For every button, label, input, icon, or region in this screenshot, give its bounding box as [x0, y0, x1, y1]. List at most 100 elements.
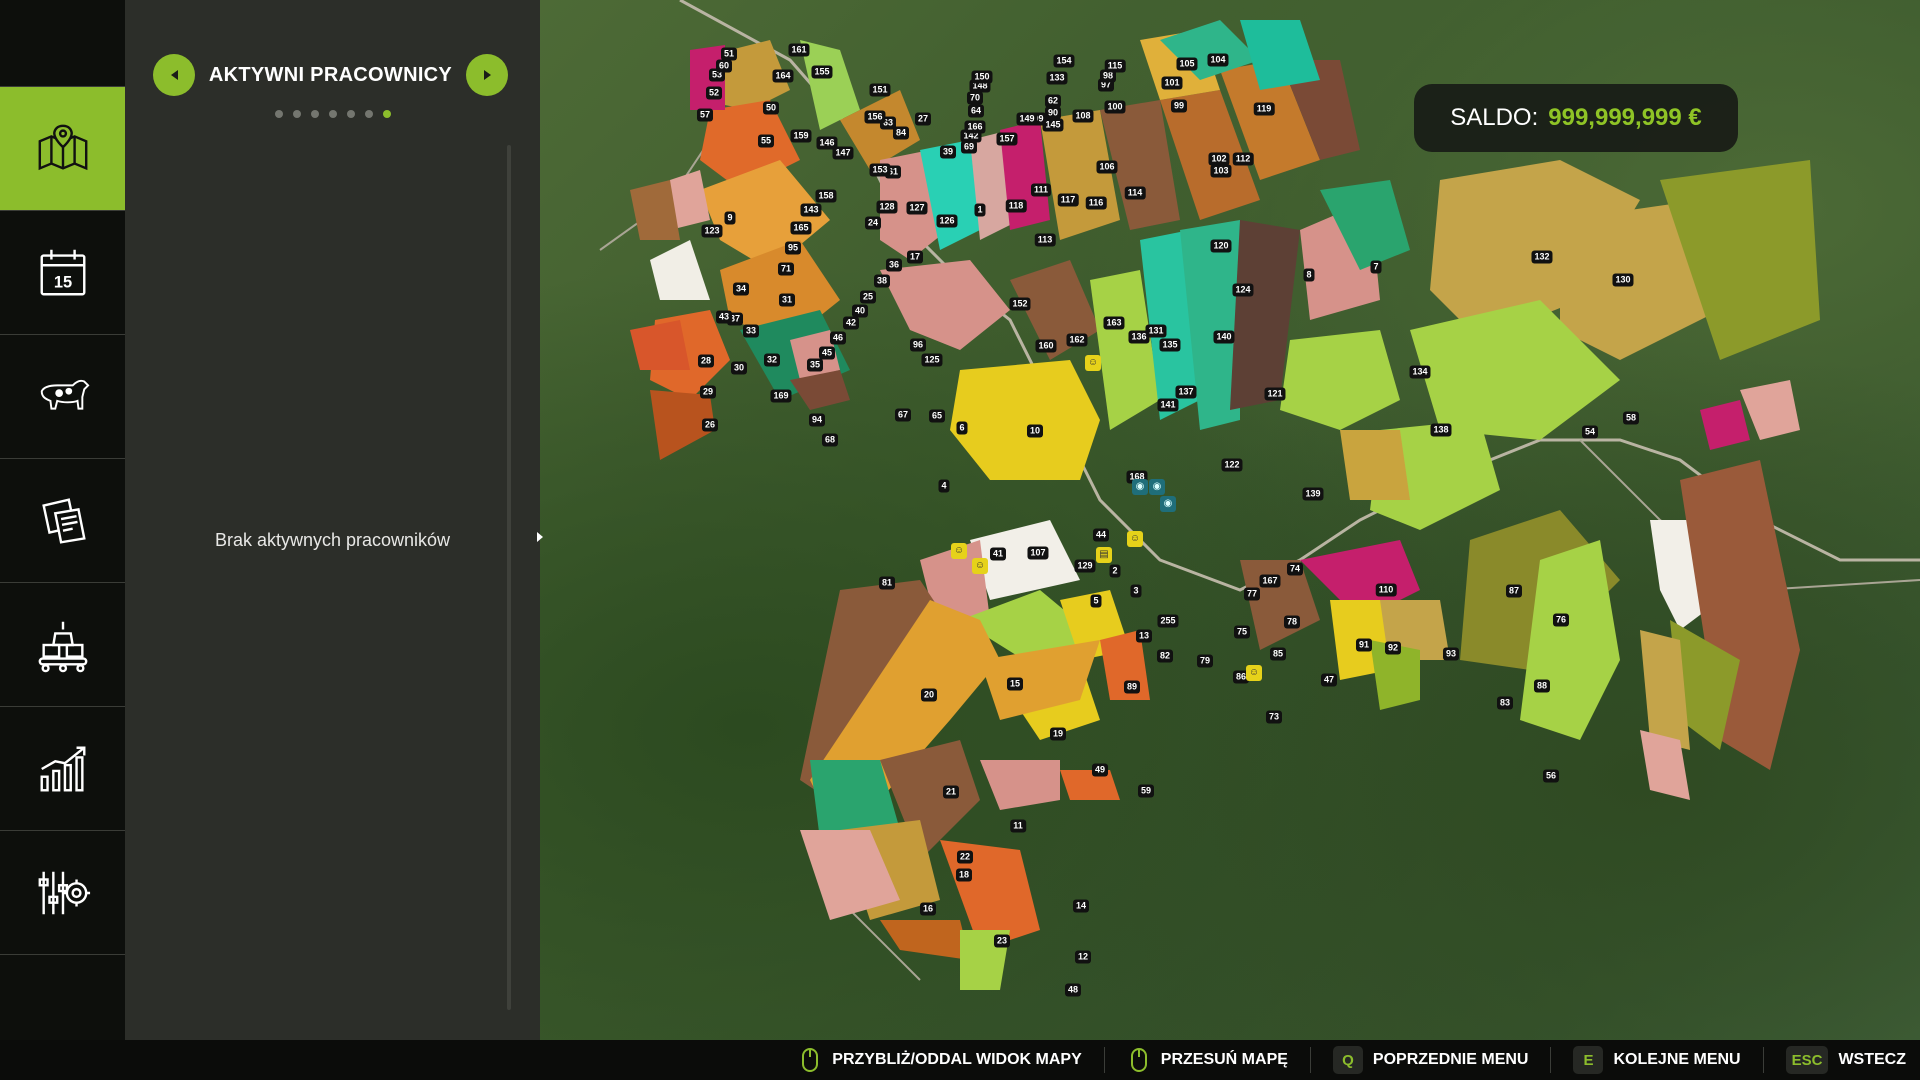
field-number-label[interactable]: 46: [829, 331, 847, 345]
field-number-label[interactable]: 76: [1552, 613, 1570, 627]
field-number-label[interactable]: 115: [1104, 59, 1126, 73]
field-number-label[interactable]: 74: [1286, 562, 1304, 576]
field-number-label[interactable]: 164: [772, 69, 794, 83]
field-number-label[interactable]: 21: [942, 785, 960, 799]
field-number-label[interactable]: 116: [1085, 196, 1107, 210]
field-number-label[interactable]: 166: [964, 120, 986, 134]
next-page-button[interactable]: [466, 54, 508, 96]
field-number-label[interactable]: 117: [1057, 193, 1079, 207]
field-number-label[interactable]: 123: [701, 224, 723, 238]
field-number-label[interactable]: 120: [1210, 239, 1232, 253]
field-number-label[interactable]: 154: [1053, 54, 1075, 68]
field-number-label[interactable]: 147: [832, 146, 854, 160]
field-number-label[interactable]: 108: [1072, 109, 1094, 123]
field-number-label[interactable]: 1: [974, 203, 986, 217]
field-number-label[interactable]: 151: [869, 83, 891, 97]
field-number-label[interactable]: 17: [906, 250, 924, 264]
nav-item-production[interactable]: [0, 582, 125, 706]
previous-page-button[interactable]: [153, 54, 195, 96]
field-number-label[interactable]: 26: [701, 418, 719, 432]
field-number-label[interactable]: 9: [724, 211, 736, 225]
field-number-label[interactable]: 163: [1103, 316, 1125, 330]
field-number-label[interactable]: 58: [1622, 411, 1640, 425]
field-number-label[interactable]: 34: [732, 282, 750, 296]
page-dot[interactable]: [310, 110, 319, 118]
field-number-label[interactable]: 22: [956, 850, 974, 864]
field-number-label[interactable]: 96: [909, 338, 927, 352]
field-number-label[interactable]: 149: [1016, 112, 1038, 126]
worker-marker-icon[interactable]: ☺: [951, 543, 967, 559]
field-number-label[interactable]: 55: [757, 134, 775, 148]
field-number-label[interactable]: 107: [1027, 546, 1049, 560]
page-dot[interactable]: [364, 110, 373, 118]
field-number-label[interactable]: 113: [1034, 233, 1056, 247]
field-number-label[interactable]: 129: [1074, 559, 1096, 573]
field-number-label[interactable]: 89: [1123, 680, 1141, 694]
field-number-label[interactable]: 88: [1533, 679, 1551, 693]
field-number-label[interactable]: 31: [778, 293, 796, 307]
field-number-label[interactable]: 5: [1090, 594, 1102, 608]
field-number-label[interactable]: 104: [1207, 53, 1229, 67]
field-number-label[interactable]: 135: [1159, 338, 1181, 352]
field-number-label[interactable]: 65: [928, 409, 946, 423]
field-number-label[interactable]: 152: [1009, 297, 1031, 311]
field-number-label[interactable]: 81: [878, 576, 896, 590]
field-number-label[interactable]: 14: [1072, 899, 1090, 913]
field-number-label[interactable]: 29: [699, 385, 717, 399]
field-number-label[interactable]: 67: [894, 408, 912, 422]
field-number-label[interactable]: 48: [1064, 983, 1082, 997]
field-number-label[interactable]: 30: [730, 361, 748, 375]
field-number-label[interactable]: 12: [1074, 950, 1092, 964]
field-number-label[interactable]: 3: [1130, 584, 1142, 598]
field-number-label[interactable]: 92: [1384, 641, 1402, 655]
field-number-label[interactable]: 133: [1046, 71, 1068, 85]
field-number-label[interactable]: 6: [956, 421, 968, 435]
field-number-label[interactable]: 162: [1066, 333, 1088, 347]
field-number-label[interactable]: 82: [1156, 649, 1174, 663]
field-number-label[interactable]: 118: [1005, 199, 1027, 213]
field-number-label[interactable]: 132: [1531, 250, 1553, 264]
field-number-label[interactable]: 24: [864, 216, 882, 230]
nav-item-animals[interactable]: [0, 334, 125, 458]
field-number-label[interactable]: 39: [939, 145, 957, 159]
field-number-label[interactable]: 28: [697, 354, 715, 368]
page-dot[interactable]: [328, 110, 337, 118]
field-number-label[interactable]: 47: [1320, 673, 1338, 687]
field-number-label[interactable]: 119: [1253, 102, 1275, 116]
field-number-label[interactable]: 64: [967, 104, 985, 118]
field-number-label[interactable]: 44: [1092, 528, 1110, 542]
field-number-label[interactable]: 94: [808, 413, 826, 427]
field-number-label[interactable]: 35: [806, 358, 824, 372]
field-number-label[interactable]: 143: [800, 203, 822, 217]
field-number-label[interactable]: 105: [1176, 57, 1198, 71]
field-number-label[interactable]: 165: [790, 221, 812, 235]
field-number-label[interactable]: 169: [770, 389, 792, 403]
nav-item-contracts[interactable]: [0, 458, 125, 582]
field-number-label[interactable]: 159: [790, 129, 812, 143]
field-number-label[interactable]: 130: [1612, 273, 1634, 287]
field-number-label[interactable]: 100: [1104, 100, 1126, 114]
field-number-label[interactable]: 43: [715, 310, 733, 324]
field-number-label[interactable]: 32: [763, 353, 781, 367]
field-number-label[interactable]: 59: [1137, 784, 1155, 798]
hint-back[interactable]: ESC WSTECZ: [1785, 1046, 1906, 1074]
hint-next-menu[interactable]: E KOLEJNE MENU: [1573, 1046, 1741, 1074]
nav-item-statistics[interactable]: [0, 706, 125, 830]
page-dot[interactable]: [382, 110, 391, 118]
field-number-label[interactable]: 78: [1283, 615, 1301, 629]
field-number-label[interactable]: 19: [1049, 727, 1067, 741]
nav-item-map[interactable]: [0, 86, 134, 210]
worker-marker-icon[interactable]: ☺: [1085, 355, 1101, 371]
field-number-label[interactable]: 139: [1302, 487, 1324, 501]
field-number-label[interactable]: 73: [1265, 710, 1283, 724]
field-number-label[interactable]: 95: [784, 241, 802, 255]
field-number-label[interactable]: 16: [919, 902, 937, 916]
field-number-label[interactable]: 158: [815, 189, 837, 203]
field-number-label[interactable]: 128: [876, 200, 898, 214]
field-number-label[interactable]: 20: [920, 688, 938, 702]
field-number-label[interactable]: 103: [1210, 164, 1232, 178]
field-number-label[interactable]: 99: [1170, 99, 1188, 113]
nav-item-calendar[interactable]: 15: [0, 210, 125, 334]
field-number-label[interactable]: 114: [1124, 186, 1146, 200]
field-number-label[interactable]: 68: [821, 433, 839, 447]
